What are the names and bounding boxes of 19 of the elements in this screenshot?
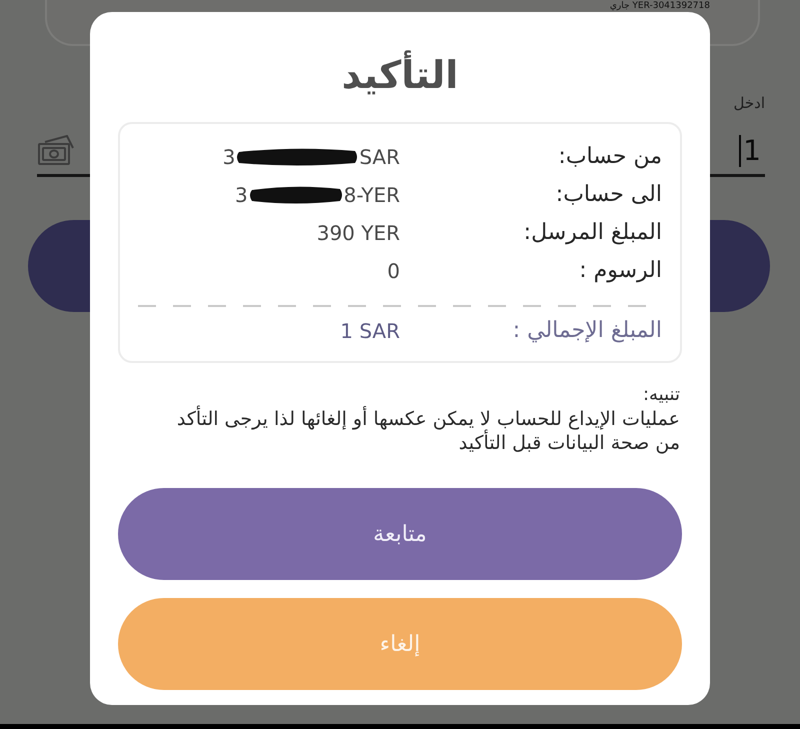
continue-button[interactable]: متابعة	[118, 488, 682, 580]
dialog-title: التأكيد	[342, 52, 458, 98]
summary-value: 8-YER	[344, 182, 400, 208]
total-value: 1 SAR	[340, 318, 400, 344]
summary-label: الى حساب:	[554, 181, 662, 209]
summary-label: المبلغ المرسل:	[522, 219, 662, 247]
summary-label: من حساب:	[557, 143, 662, 171]
amount-label: ادخل	[734, 93, 765, 113]
text-cursor-icon	[739, 135, 742, 167]
notice-text: عمليات الإيداع للحساب لا يمكن عكسها أو إلغائها لذا يرجى التأكد من صحة البيانات قبل التأكيد	[168, 407, 680, 455]
account-number: جاري YER-3041392718	[610, 0, 710, 12]
summary-value: 390 YER	[316, 220, 400, 246]
summary-label: الرسوم :	[578, 257, 662, 285]
summary-value: 3	[222, 144, 236, 170]
total-label: المبلغ الإجمالي :	[512, 317, 662, 345]
summary-value: 3	[234, 182, 248, 208]
summary-value: 0	[387, 258, 400, 284]
summary-value: SAR	[359, 144, 400, 170]
notice-heading: تنبيه:	[642, 383, 680, 407]
